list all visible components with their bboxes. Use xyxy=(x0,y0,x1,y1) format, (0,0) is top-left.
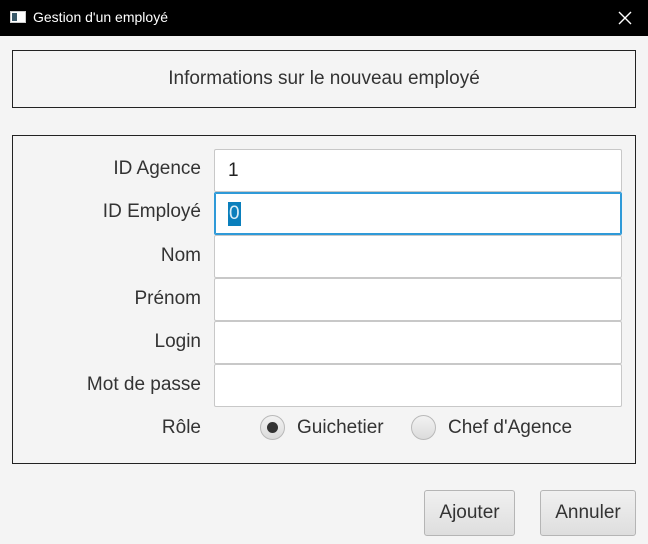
cancel-button[interactable]: Annuler xyxy=(540,490,636,536)
add-button[interactable]: Ajouter xyxy=(424,490,515,536)
agency-id-field[interactable]: 1 xyxy=(214,149,622,192)
password-label: Mot de passe xyxy=(86,374,201,395)
login-label: Login xyxy=(154,331,202,352)
close-icon xyxy=(618,11,632,25)
employee-id-label: ID Employé xyxy=(102,201,201,222)
role-radio-chef-agence[interactable]: Chef d'Agence xyxy=(411,415,572,440)
role-option-label: Guichetier xyxy=(297,416,384,438)
role-label: Rôle xyxy=(161,417,201,438)
radio-unselected-icon xyxy=(411,415,436,440)
login-field[interactable] xyxy=(214,321,622,364)
employee-id-field[interactable]: 0 xyxy=(214,192,622,235)
role-option-label: Chef d'Agence xyxy=(448,416,573,438)
title-bar: Gestion d'un employé xyxy=(0,0,648,36)
password-field[interactable] xyxy=(214,364,622,407)
role-radio-guichetier[interactable]: Guichetier xyxy=(260,415,384,440)
firstname-field[interactable] xyxy=(214,278,622,321)
name-field[interactable] xyxy=(214,235,622,278)
agency-id-label: ID Agence xyxy=(113,158,201,179)
employee-id-value: 0 xyxy=(228,201,241,226)
header-panel: Informations sur le nouveau employé xyxy=(12,50,636,108)
agency-id-value: 1 xyxy=(228,159,239,181)
window-title: Gestion d'un employé xyxy=(33,9,168,25)
app-icon xyxy=(10,11,26,23)
radio-selected-icon xyxy=(260,415,285,440)
name-label: Nom xyxy=(160,245,201,266)
close-button[interactable] xyxy=(602,0,648,36)
firstname-label: Prénom xyxy=(134,288,201,309)
header-text: Informations sur le nouveau employé xyxy=(168,68,480,89)
